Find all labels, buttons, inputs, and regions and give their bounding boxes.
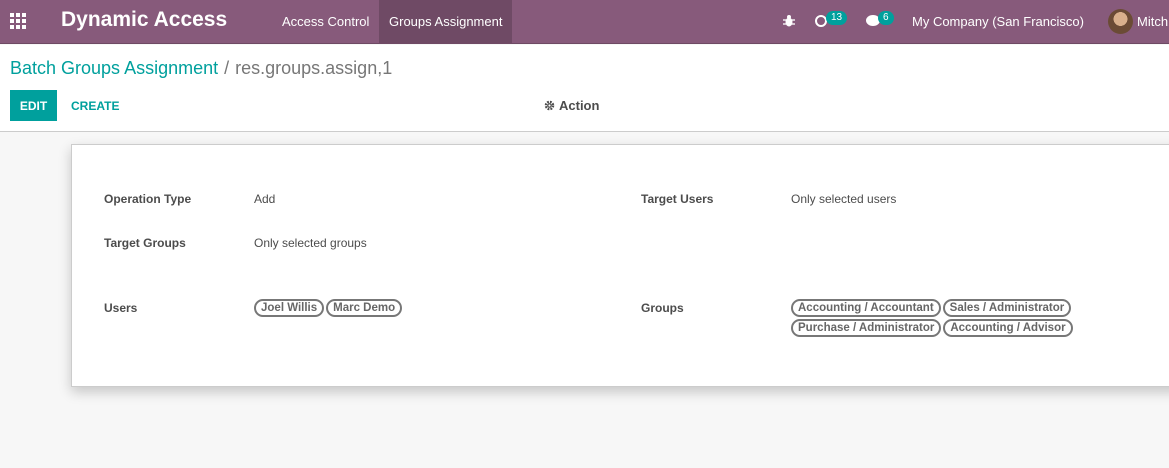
operation-type-value: Add xyxy=(254,192,276,206)
menu-groups-assignment[interactable]: Groups Assignment xyxy=(379,0,513,44)
activity-count-badge: 13 xyxy=(826,11,848,25)
group-tag[interactable]: Sales / Administrator xyxy=(942,299,1072,317)
users-label: Users xyxy=(104,301,138,315)
user-tag[interactable]: Joel Willis xyxy=(254,299,325,317)
action-label: Action xyxy=(559,98,600,113)
users-tags: Joel Willis Marc Demo xyxy=(254,299,403,317)
group-tag[interactable]: Accounting / Accountant xyxy=(791,299,941,317)
breadcrumb: Batch Groups Assignment / res.groups.assig… xyxy=(10,58,392,79)
breadcrumb-parent[interactable]: Batch Groups Assignment xyxy=(10,58,218,78)
message-count-badge: 6 xyxy=(878,11,894,25)
group-tag[interactable]: Purchase / Administrator xyxy=(791,319,942,337)
target-groups-label: Target Groups xyxy=(104,236,186,250)
breadcrumb-separator: / xyxy=(224,58,230,78)
company-switcher[interactable]: My Company (San Francisco) xyxy=(912,14,1084,29)
user-menu[interactable]: Mitch xyxy=(1137,14,1168,29)
edit-button[interactable]: EDIT xyxy=(10,90,57,121)
groups-label: Groups xyxy=(641,301,684,315)
breadcrumb-current: res.groups.assign,1 xyxy=(235,58,393,78)
top-navbar: Dynamic Access Access Control Groups Ass… xyxy=(0,0,1169,44)
user-tag[interactable]: Marc Demo xyxy=(326,299,403,317)
create-button[interactable]: CREATE xyxy=(62,90,128,121)
menu-access-control[interactable]: Access Control xyxy=(272,0,379,44)
user-avatar[interactable] xyxy=(1108,9,1133,34)
groups-tags: Accounting / Accountant Sales / Administ… xyxy=(791,299,1081,337)
target-users-label: Target Users xyxy=(641,192,714,206)
operation-type-label: Operation Type xyxy=(104,192,192,206)
control-panel: Batch Groups Assignment / res.groups.assig… xyxy=(0,45,1169,132)
action-dropdown[interactable]: Action xyxy=(544,98,599,113)
group-tag[interactable]: Accounting / Advisor xyxy=(943,319,1073,337)
target-groups-value: Only selected groups xyxy=(254,236,367,250)
form-sheet: Operation Type Add Target Users Only sel… xyxy=(71,144,1169,387)
target-users-value: Only selected users xyxy=(791,192,897,206)
bug-icon[interactable] xyxy=(782,14,796,28)
app-title[interactable]: Dynamic Access xyxy=(61,8,227,32)
apps-grid-icon[interactable] xyxy=(10,13,28,29)
gear-icon xyxy=(544,100,555,111)
